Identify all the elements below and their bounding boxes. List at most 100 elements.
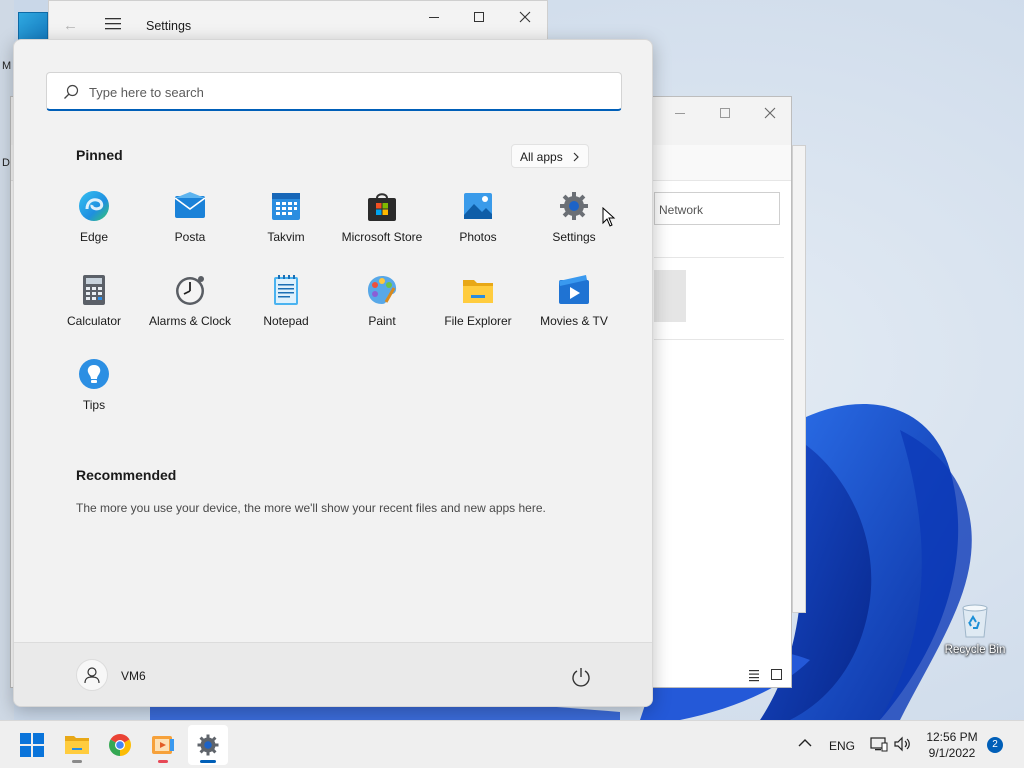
pinned-app-mail[interactable]: Posta	[142, 180, 238, 264]
mail-icon	[174, 192, 206, 218]
start-search-box[interactable]	[46, 72, 622, 111]
tips-icon	[79, 359, 109, 389]
pinned-app-paint[interactable]: Paint	[334, 264, 430, 348]
recommended-heading: Recommended	[76, 467, 177, 483]
divider	[654, 339, 784, 340]
all-apps-label: All apps	[520, 150, 563, 164]
movies-icon	[559, 275, 589, 304]
recycle-bin[interactable]: Recycle Bin	[942, 600, 1008, 656]
maximize-icon	[474, 12, 484, 22]
mouse-cursor-icon	[602, 207, 616, 227]
clock-button[interactable]: 12:56 PM 9/1/2022	[918, 729, 986, 761]
clock-icon	[176, 276, 204, 305]
input-language-indicator[interactable]: ENG	[829, 739, 855, 753]
notepad-icon	[274, 275, 298, 305]
show-hidden-icons-chevron-icon[interactable]	[798, 737, 812, 749]
taskbar-file-explorer[interactable]	[57, 725, 97, 765]
chevron-right-icon	[573, 152, 579, 162]
settings-gear-icon	[197, 734, 219, 756]
pinned-heading: Pinned	[76, 147, 123, 163]
explorer-minimize-button[interactable]	[665, 103, 695, 125]
minimize-icon	[675, 113, 685, 114]
explorer-item-placeholder[interactable]	[654, 270, 686, 322]
pinned-app-microsoft-store[interactable]: Microsoft Store	[334, 180, 430, 264]
folder-icon	[65, 736, 89, 754]
window-title: Settings	[146, 19, 192, 33]
photos-icon	[464, 193, 492, 219]
notification-badge[interactable]: 2	[987, 737, 1003, 753]
clock-date: 9/1/2022	[928, 746, 976, 760]
pinned-app-photos[interactable]: Photos	[430, 180, 526, 264]
pinned-app-file-explorer[interactable]: File Explorer	[430, 264, 526, 348]
maximize-button[interactable]	[464, 7, 494, 29]
volume-icon[interactable]	[894, 736, 912, 752]
app-label: File Explorer	[444, 314, 512, 328]
explorer-maximize-button[interactable]	[710, 103, 740, 125]
app-label: Tips	[82, 398, 106, 412]
details-view-icon[interactable]	[747, 668, 787, 682]
search-input[interactable]	[89, 81, 589, 103]
pinned-apps-grid: Edge Posta Takvim Microsoft Store Photos…	[46, 180, 622, 432]
app-label: Microsoft Store	[341, 230, 423, 244]
explorer-close-button[interactable]	[755, 103, 785, 125]
all-apps-button[interactable]: All apps	[511, 144, 589, 168]
maximize-icon	[720, 108, 730, 118]
recycle-bin-icon	[962, 604, 988, 638]
close-button[interactable]	[510, 7, 540, 29]
back-arrow-icon[interactable]: ←	[63, 17, 78, 34]
desktop-shortcut-icon[interactable]	[18, 12, 48, 40]
pinned-app-tips[interactable]: Tips	[46, 348, 142, 432]
pinned-app-alarms-clock[interactable]: Alarms & Clock	[142, 264, 238, 348]
app-label: Movies & TV	[540, 314, 608, 328]
taskbar-chrome[interactable]	[100, 725, 140, 765]
background-window-edge	[792, 145, 806, 613]
start-button[interactable]	[12, 725, 52, 765]
app-label: Alarms & Clock	[148, 314, 231, 328]
clock-time: 12:56 PM	[926, 730, 978, 744]
app-label: Calculator	[66, 314, 122, 328]
pinned-app-edge[interactable]: Edge	[46, 180, 142, 264]
running-indicator	[158, 760, 168, 763]
power-icon[interactable]	[569, 665, 593, 689]
app-label: Paint	[368, 314, 396, 328]
running-indicator	[72, 760, 82, 763]
active-indicator	[200, 760, 216, 763]
recommended-empty-message: The more you use your device, the more w…	[76, 501, 546, 515]
user-account-button[interactable]	[76, 659, 108, 691]
app-label: Posta	[174, 230, 206, 244]
pinned-app-movies-tv[interactable]: Movies & TV	[526, 264, 622, 348]
calculator-icon	[83, 275, 105, 305]
windows-logo-icon	[20, 733, 44, 757]
minimize-icon	[429, 17, 439, 18]
explorer-address-bar[interactable]: Network	[654, 192, 780, 225]
folder-icon	[463, 280, 493, 303]
pinned-app-calendar[interactable]: Takvim	[238, 180, 334, 264]
pinned-app-notepad[interactable]: Notepad	[238, 264, 334, 348]
start-menu: Pinned All apps Edge Posta	[13, 39, 653, 707]
taskbar-media-app[interactable]	[143, 725, 183, 765]
close-icon	[764, 107, 776, 119]
calendar-icon	[272, 193, 300, 220]
user-name: VM6	[121, 669, 146, 683]
paint-icon	[368, 276, 397, 304]
taskbar-settings[interactable]	[188, 725, 228, 765]
pinned-app-calculator[interactable]: Calculator	[46, 264, 142, 348]
edge-icon	[79, 191, 109, 221]
divider	[654, 257, 784, 258]
settings-gear-icon	[560, 192, 588, 220]
network-icon[interactable]	[870, 736, 888, 752]
user-icon	[84, 667, 100, 684]
app-label: Notepad	[263, 314, 309, 328]
app-label: Takvim	[267, 230, 305, 244]
app-label: Settings	[552, 230, 596, 244]
chrome-icon	[109, 734, 131, 756]
start-menu-footer: VM6	[14, 642, 652, 706]
taskbar: ENG 12:56 PM 9/1/2022 2	[0, 720, 1024, 768]
minimize-button[interactable]	[419, 7, 449, 29]
app-label: Edge	[79, 230, 109, 244]
hamburger-menu-icon[interactable]	[105, 17, 121, 31]
search-icon	[64, 84, 79, 99]
app-label: Photos	[459, 230, 497, 244]
desktop-label-fragment: M	[2, 60, 12, 72]
media-player-icon	[152, 736, 174, 754]
